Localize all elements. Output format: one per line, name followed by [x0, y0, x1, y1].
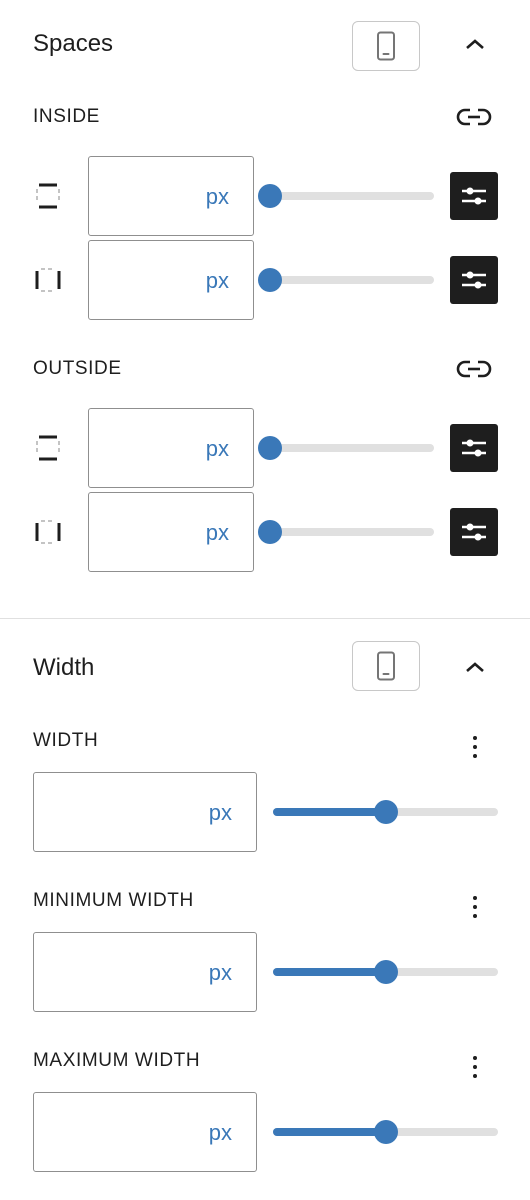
- padding-left-right-icon: [35, 268, 61, 292]
- outside-vertical-settings-button[interactable]: [450, 424, 498, 472]
- width-slider[interactable]: [273, 800, 498, 824]
- device-toggle-button[interactable]: [352, 21, 420, 71]
- padding-top-bottom-icon: [36, 183, 60, 209]
- width-field-label: WIDTH: [33, 730, 99, 751]
- sliders-settings-icon: [462, 271, 486, 289]
- inside-horizontal-settings-button[interactable]: [450, 256, 498, 304]
- slider-fill: [273, 808, 386, 816]
- sliders-settings-icon: [462, 187, 486, 205]
- slider-thumb[interactable]: [373, 800, 398, 824]
- slider-fill: [273, 1128, 386, 1136]
- kebab-dot: [473, 745, 477, 749]
- min-width-input[interactable]: px: [33, 932, 257, 1012]
- collapse-width-button[interactable]: [455, 647, 495, 687]
- unit-label[interactable]: px: [209, 1120, 232, 1146]
- max-width-options-button[interactable]: [460, 1047, 490, 1087]
- slider-track: [258, 444, 434, 452]
- kebab-dot: [473, 896, 477, 900]
- outside-row-vertical: px: [0, 408, 530, 488]
- outside-link-toggle[interactable]: [454, 354, 494, 384]
- kebab-dot: [473, 1065, 477, 1069]
- unit-label[interactable]: px: [206, 436, 229, 462]
- device-toggle-button[interactable]: [352, 641, 420, 691]
- chevron-up-icon: [466, 662, 484, 672]
- slider-track: [258, 528, 434, 536]
- slider-thumb[interactable]: [258, 520, 282, 544]
- min-width-slider[interactable]: [273, 960, 498, 984]
- spaces-panel: Spaces INSIDE px px OUTSIDE px px: [0, 0, 530, 618]
- unit-label[interactable]: px: [206, 268, 229, 294]
- sliders-settings-icon: [462, 439, 486, 457]
- outside-row-horizontal: px: [0, 492, 530, 572]
- inside-vertical-slider[interactable]: [258, 184, 434, 208]
- max-width-input[interactable]: px: [33, 1092, 257, 1172]
- outside-vertical-input[interactable]: px: [88, 408, 254, 488]
- mobile-device-icon: [377, 31, 395, 61]
- unit-label[interactable]: px: [209, 800, 232, 826]
- chevron-up-icon: [466, 39, 484, 49]
- min-width-field-label: MINIMUM WIDTH: [33, 890, 194, 911]
- slider-fill: [273, 968, 386, 976]
- collapse-spaces-button[interactable]: [455, 24, 495, 64]
- margin-left-right-icon: [35, 520, 61, 544]
- inside-vertical-settings-button[interactable]: [450, 172, 498, 220]
- kebab-dot: [473, 754, 477, 758]
- kebab-dot: [473, 1074, 477, 1078]
- inside-horizontal-input[interactable]: px: [88, 240, 254, 320]
- margin-top-bottom-icon: [36, 435, 60, 461]
- inside-vertical-input[interactable]: px: [88, 156, 254, 236]
- kebab-dot: [473, 1056, 477, 1060]
- slider-track: [258, 192, 434, 200]
- slider-thumb[interactable]: [373, 1120, 398, 1144]
- slider-thumb[interactable]: [258, 184, 282, 208]
- sliders-settings-icon: [462, 523, 486, 541]
- inside-horizontal-slider[interactable]: [258, 268, 434, 292]
- spaces-panel-title: Spaces: [33, 30, 114, 57]
- kebab-dot: [473, 914, 477, 918]
- width-panel: Width WIDTH px MINIMUM WIDTH px MAXIMUM …: [0, 619, 530, 1200]
- max-width-field-label: MAXIMUM WIDTH: [33, 1050, 201, 1071]
- unit-label[interactable]: px: [209, 960, 232, 986]
- slider-thumb[interactable]: [373, 960, 398, 984]
- inside-label: INSIDE: [33, 106, 100, 127]
- min-width-options-button[interactable]: [460, 887, 490, 927]
- unlink-icon: [456, 360, 492, 378]
- outside-horizontal-settings-button[interactable]: [450, 508, 498, 556]
- slider-thumb[interactable]: [258, 268, 282, 292]
- width-options-button[interactable]: [460, 727, 490, 767]
- inside-link-toggle[interactable]: [454, 102, 494, 132]
- unit-label[interactable]: px: [206, 184, 229, 210]
- unlink-icon: [456, 108, 492, 126]
- slider-track: [258, 276, 434, 284]
- width-panel-title: Width: [33, 654, 95, 681]
- mobile-device-icon: [377, 651, 395, 681]
- max-width-slider[interactable]: [273, 1120, 498, 1144]
- unit-label[interactable]: px: [206, 520, 229, 546]
- width-input[interactable]: px: [33, 772, 257, 852]
- inside-row-vertical: px: [0, 156, 530, 236]
- outside-label: OUTSIDE: [33, 358, 122, 379]
- kebab-dot: [473, 736, 477, 740]
- outside-horizontal-input[interactable]: px: [88, 492, 254, 572]
- kebab-dot: [473, 905, 477, 909]
- inside-row-horizontal: px: [0, 240, 530, 320]
- slider-thumb[interactable]: [258, 436, 282, 460]
- outside-horizontal-slider[interactable]: [258, 520, 434, 544]
- outside-vertical-slider[interactable]: [258, 436, 434, 460]
